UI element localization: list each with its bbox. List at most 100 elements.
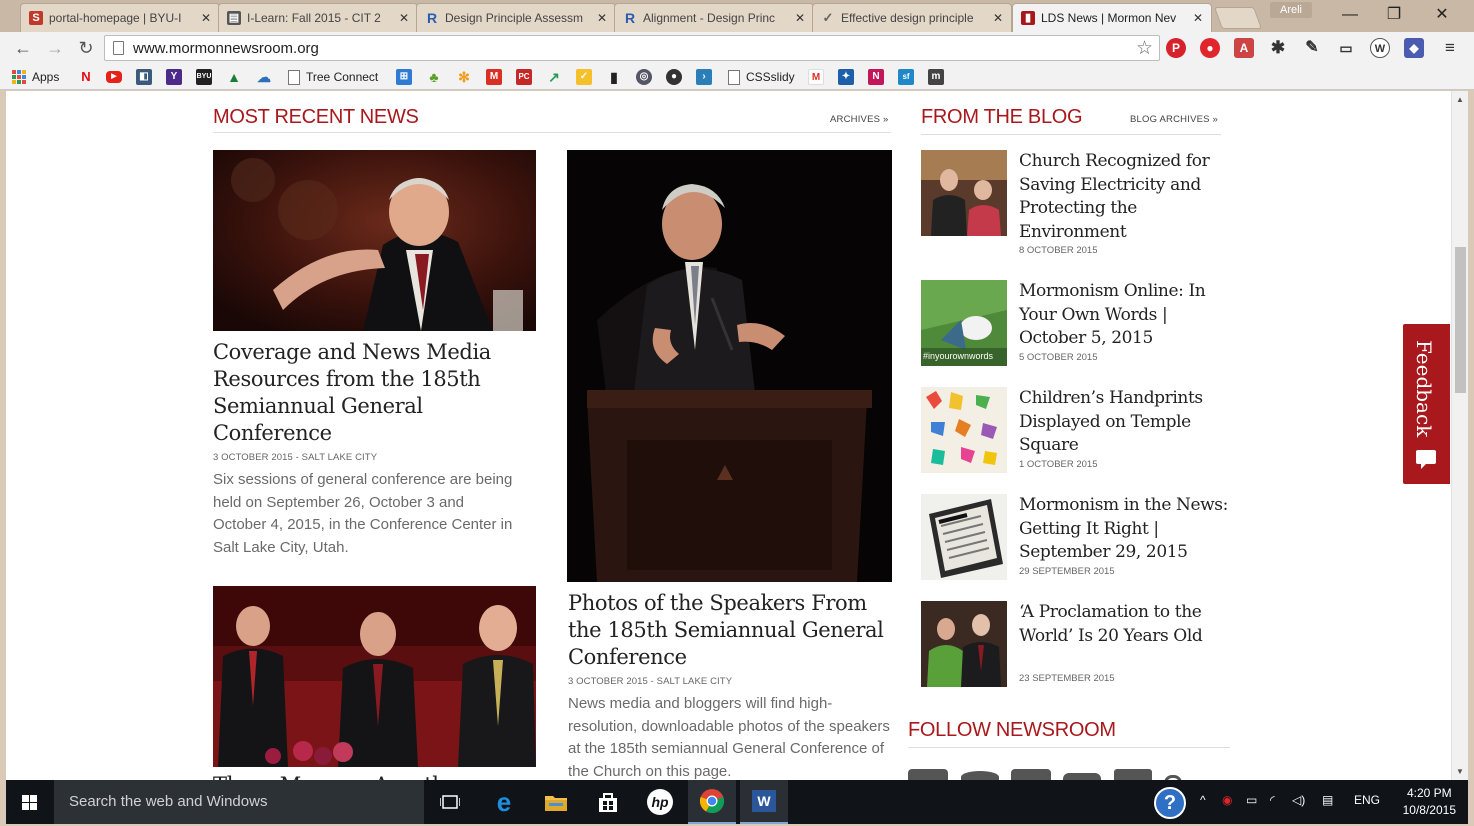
tab-alignment-design[interactable]: R Alignment - Design Princ ✕ (614, 3, 814, 32)
scroll-up-icon[interactable]: ▲ (1456, 95, 1464, 104)
bookmark-star-icon[interactable]: ☆ (1136, 37, 1153, 60)
blog-item[interactable]: Mormonism in the News: Getting It Right … (921, 494, 1228, 584)
archives-link[interactable]: ARCHIVES » (830, 114, 889, 125)
window-resizer-icon[interactable]: ▭ (1336, 38, 1356, 58)
blog-item[interactable]: Children’s Handprints Displayed on Templ… (921, 387, 1221, 477)
close-window-icon[interactable]: ✕ (1422, 4, 1462, 26)
task-view-icon[interactable] (426, 780, 474, 824)
gear-extension-icon[interactable]: ✱ (1268, 38, 1288, 58)
google-plus-icon[interactable] (1011, 769, 1051, 780)
bookmark-tree-connect[interactable]: Tree Connect (288, 68, 378, 86)
file-explorer-icon[interactable] (532, 780, 580, 824)
bookmark-site-5[interactable]: ↗ (546, 68, 562, 86)
bookmark-site-4[interactable]: ✻ (456, 68, 472, 86)
blog-thumbnail[interactable] (921, 601, 1007, 687)
tab-portal-homepage[interactable]: S portal-homepage | BYU-I ✕ (20, 3, 220, 32)
blog-title[interactable]: Mormonism Online: In Your Own Words | Oc… (1019, 280, 1229, 351)
eyedropper-icon[interactable]: ✎ (1302, 38, 1322, 58)
blog-title[interactable]: Mormonism in the News: Getting It Right … (1019, 494, 1229, 565)
blog-archives-link[interactable]: BLOG ARCHIVES » (1130, 114, 1218, 125)
bookmark-apps[interactable]: Apps (12, 68, 59, 86)
help-icon[interactable]: ? (1154, 787, 1186, 819)
blog-item[interactable]: ‘A Proclamation to the World’ Is 20 Year… (921, 601, 1221, 691)
article-photo-speaker[interactable] (567, 150, 892, 582)
bookmark-site-9[interactable]: ● (666, 68, 682, 86)
bookmark-site-10[interactable]: › (696, 68, 712, 86)
bookmark-gmail-2[interactable]: M (808, 68, 824, 86)
scroll-down-icon[interactable]: ▼ (1456, 767, 1464, 776)
blog-thumbnail[interactable]: #inyourownwords (921, 280, 1007, 366)
article-title[interactable]: Three Mormon Apostles (213, 772, 536, 780)
bookmark-youtube[interactable]: ▶ (106, 68, 122, 86)
scrollbar-thumb[interactable] (1455, 247, 1466, 393)
chrome-taskbar-icon[interactable] (688, 780, 736, 824)
store-icon[interactable] (584, 780, 632, 824)
article-title[interactable]: Coverage and News Media Resources from t… (213, 339, 536, 447)
blog-thumbnail[interactable] (921, 150, 1007, 236)
new-tab-button[interactable] (1213, 7, 1263, 29)
hp-icon[interactable]: hp (636, 780, 684, 824)
bookmark-cloud[interactable]: ☁ (256, 68, 272, 86)
tab-close-icon[interactable]: ✕ (993, 11, 1003, 25)
tab-close-icon[interactable]: ✕ (201, 11, 211, 25)
bookmark-site-12[interactable]: N (868, 68, 884, 86)
volume-icon[interactable]: ◁) (1292, 793, 1305, 807)
start-button[interactable] (6, 780, 54, 824)
chrome-menu-icon[interactable]: ≡ (1440, 38, 1460, 58)
article-title[interactable]: Photos of the Speakers From the 185th Se… (568, 590, 893, 671)
wifi-icon[interactable]: ◜ (1270, 793, 1275, 807)
profile-button[interactable]: Areli (1270, 2, 1312, 18)
facebook-icon[interactable] (908, 769, 948, 780)
tab-effective-design[interactable]: ✓ Effective design principle ✕ (812, 3, 1012, 32)
bookmark-site-1[interactable]: ◧ (136, 68, 152, 86)
youtube-icon[interactable] (1063, 773, 1101, 780)
blog-title[interactable]: Church Recognized for Saving Electricity… (1019, 150, 1229, 244)
address-bar[interactable]: www.mormonnewsroom.org ☆ (104, 35, 1160, 61)
blog-thumbnail[interactable] (921, 494, 1007, 580)
bookmark-site-14[interactable]: m (928, 68, 944, 86)
adblock-tray-icon[interactable]: ◉ (1222, 793, 1232, 807)
article-photo-three-men[interactable] (213, 586, 536, 767)
clock[interactable]: 4:20 PM 10/8/2015 (1403, 785, 1456, 819)
taskbar-search[interactable]: Search the web and Windows (54, 780, 424, 824)
feedback-button[interactable]: Feedback (1403, 324, 1450, 484)
battery-icon[interactable]: ▭ (1246, 793, 1257, 807)
word-taskbar-icon[interactable]: W (740, 780, 788, 824)
bookmark-mountain[interactable]: ▲ (226, 68, 242, 86)
bookmark-site-11[interactable]: ✦ (838, 68, 854, 86)
bookmark-pc[interactable]: PC (516, 68, 532, 86)
bookmark-netflix[interactable]: N (78, 68, 94, 86)
language-indicator[interactable]: ENG (1354, 793, 1380, 807)
action-center-icon[interactable]: ▤ (1322, 793, 1333, 807)
bookmark-gmail[interactable]: M (486, 68, 502, 86)
onenote-clipper-icon[interactable]: ◆ (1404, 38, 1424, 58)
flickr-icon[interactable] (1114, 769, 1152, 780)
minimize-icon[interactable]: — (1330, 4, 1370, 26)
edge-browser-icon[interactable]: e (480, 780, 528, 824)
tab-close-icon[interactable]: ✕ (597, 11, 607, 25)
blog-title[interactable]: ‘A Proclamation to the World’ Is 20 Year… (1019, 601, 1229, 648)
bookmark-site-13[interactable]: sf (898, 68, 914, 86)
bookmark-byu[interactable]: BYU (196, 68, 212, 86)
back-arrow-icon[interactable]: ← (12, 37, 34, 59)
reload-icon[interactable]: ↻ (75, 37, 97, 59)
blog-thumbnail[interactable] (921, 387, 1007, 473)
bookmark-site-7[interactable]: ▮ (606, 68, 622, 86)
bookmark-site-8[interactable]: ◎ (636, 68, 652, 86)
blog-title[interactable]: Children’s Handprints Displayed on Templ… (1019, 387, 1229, 458)
twitter-icon[interactable] (961, 771, 999, 780)
url-text[interactable]: www.mormonnewsroom.org (133, 40, 319, 57)
pinterest-icon[interactable]: P (1166, 38, 1186, 58)
blog-item[interactable]: Church Recognized for Saving Electricity… (921, 150, 1221, 256)
tab-design-principle-assessment[interactable]: R Design Principle Assessm ✕ (416, 3, 616, 32)
bookmark-site-6[interactable]: ✓ (576, 68, 592, 86)
show-hidden-icons[interactable]: ^ (1200, 793, 1206, 807)
forward-arrow-icon[interactable]: → (44, 37, 66, 59)
article-photo-conference[interactable] (213, 150, 536, 331)
bookmark-site-3[interactable]: ♣ (426, 68, 442, 86)
tab-close-icon[interactable]: ✕ (1193, 11, 1203, 25)
translate-extension-icon[interactable]: A (1234, 38, 1254, 58)
blog-item[interactable]: #inyourownwords Mormonism Online: In You… (921, 280, 1221, 370)
restore-icon[interactable]: ❐ (1374, 4, 1414, 26)
bookmark-yahoo[interactable]: Y (166, 68, 182, 86)
